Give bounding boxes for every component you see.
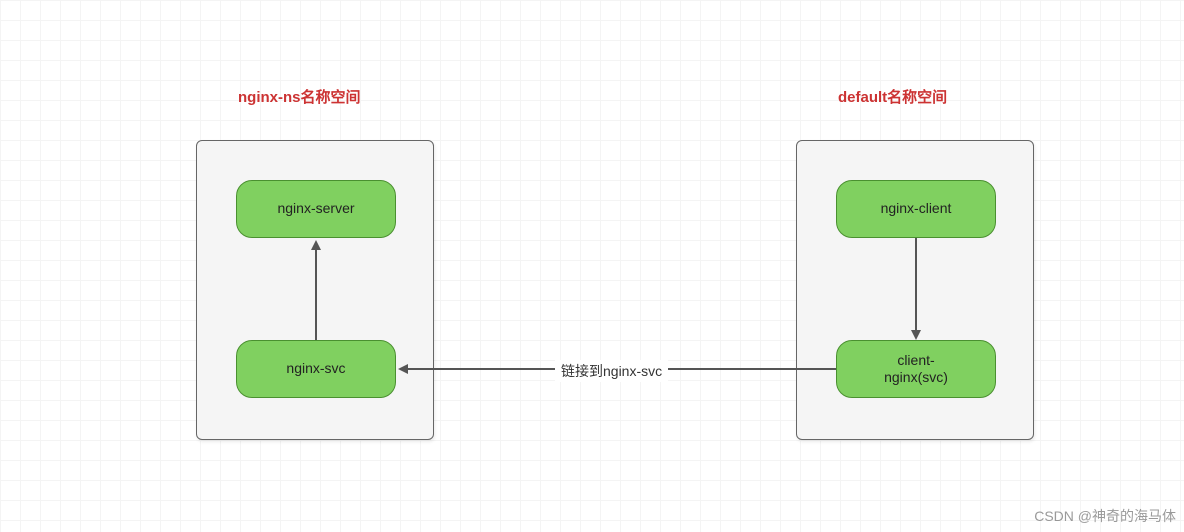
namespace-title-right: default名称空间 <box>838 86 947 107</box>
edge-svc-to-server <box>315 250 317 340</box>
edge-label-connect: 链接到nginx-svc <box>555 360 668 382</box>
node-nginx-client: nginx-client <box>836 180 996 238</box>
arrowhead-svc-to-server <box>311 240 321 250</box>
node-client-nginx-svc: client- nginx(svc) <box>836 340 996 398</box>
edge-client-to-clientsvc <box>915 238 917 330</box>
arrowhead-clientsvc-to-svc <box>398 364 408 374</box>
node-nginx-server: nginx-server <box>236 180 396 238</box>
watermark: CSDN @神奇的海马体 <box>1034 506 1176 526</box>
namespace-title-left: nginx-ns名称空间 <box>238 86 361 107</box>
arrowhead-client-to-clientsvc <box>911 330 921 340</box>
node-nginx-svc: nginx-svc <box>236 340 396 398</box>
